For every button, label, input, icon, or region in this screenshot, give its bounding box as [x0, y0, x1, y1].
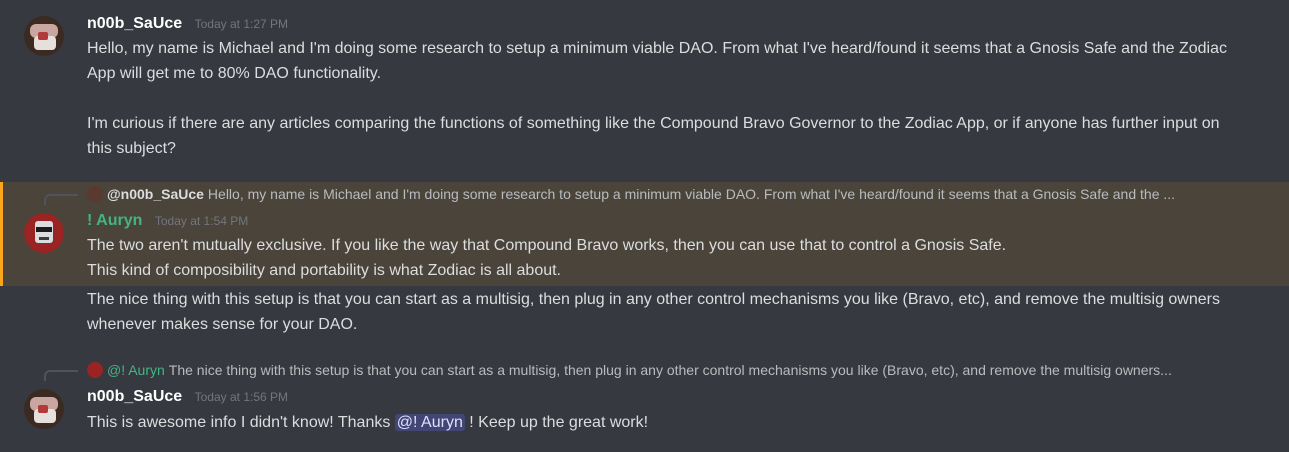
- reply-avatar: [87, 186, 103, 202]
- message-line: This kind of composibility and portabili…: [87, 262, 561, 279]
- reply-spine: [44, 194, 78, 205]
- reply-mention[interactable]: @! Auryn: [107, 362, 165, 378]
- author-name[interactable]: n00b_SaUce: [87, 15, 182, 32]
- user-mention[interactable]: @! Auryn: [394, 414, 465, 431]
- timestamp: Today at 1:27 PM: [194, 17, 289, 31]
- message-content: This is awesome info I didn't know! Than…: [87, 410, 1237, 435]
- message-text: ! Keep up the great work!: [464, 414, 649, 431]
- message-paragraph: The nice thing with this setup is that y…: [87, 291, 1220, 333]
- message-line: The two aren't mutually exclusive. If yo…: [87, 237, 1007, 254]
- reply-preview[interactable]: @! Auryn The nice thing with this setup i…: [87, 359, 1237, 381]
- reply-avatar: [87, 362, 103, 378]
- reply-text: The nice thing with this setup is that y…: [168, 362, 1172, 378]
- avatar[interactable]: [24, 16, 64, 56]
- author-name[interactable]: ! Auryn: [87, 212, 142, 229]
- reply-preview[interactable]: @n00b_SaUce Hello, my name is Michael and…: [87, 183, 1237, 205]
- message-paragraph: I'm curious if there are any articles co…: [87, 115, 1220, 157]
- message-paragraph: Hello, my name is Michael and I'm doing …: [87, 40, 1227, 82]
- author-name[interactable]: n00b_SaUce: [87, 388, 182, 405]
- followup-message: The nice thing with this setup is that y…: [87, 287, 1237, 337]
- reply-mention[interactable]: @n00b_SaUce: [107, 186, 204, 202]
- timestamp: Today at 1:56 PM: [194, 390, 289, 404]
- message-text: This is awesome info I didn't know! Than…: [87, 414, 395, 431]
- avatar[interactable]: [24, 213, 64, 253]
- timestamp: Today at 1:54 PM: [154, 214, 249, 228]
- avatar[interactable]: [24, 389, 64, 429]
- message-content: The two aren't mutually exclusive. If yo…: [87, 233, 1237, 283]
- message-content: Hello, my name is Michael and I'm doing …: [87, 36, 1237, 161]
- reply-spine: [44, 370, 78, 381]
- reply-text: Hello, my name is Michael and I'm doing …: [207, 186, 1176, 202]
